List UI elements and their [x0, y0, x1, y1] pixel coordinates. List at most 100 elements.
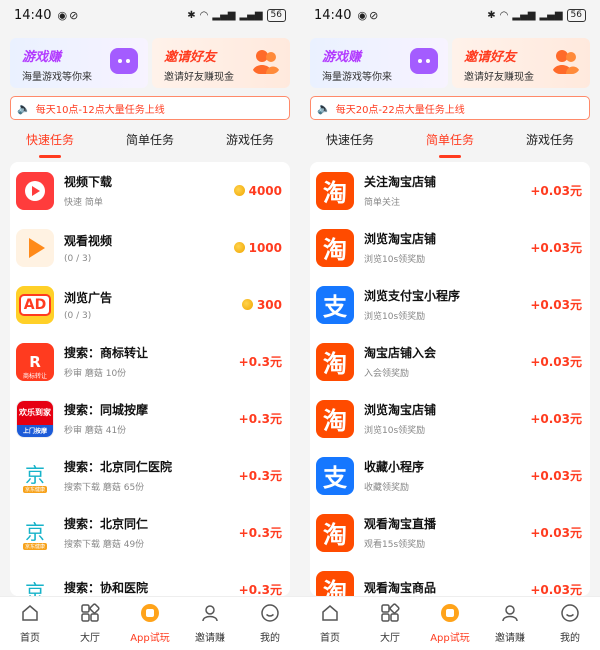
task-row[interactable]: 淘 观看淘宝商品 +0.03元 [310, 561, 590, 596]
task-title: 淘宝店铺入会 [364, 346, 437, 360]
task-text: 浏览支付宝小程序 浏览10s领奖励 [364, 287, 530, 322]
invite-friends-banner[interactable]: 邀请好友 邀请好友赚现金 [452, 38, 590, 88]
task-reward: +0.3元 [239, 467, 282, 484]
task-subtitle: 搜索下载 蘑菇 65份 [64, 483, 145, 493]
nav-item-grid[interactable]: 大厅 [364, 603, 416, 644]
task-row[interactable]: 京京东健康 搜索：北京同仁医院 搜索下载 蘑菇 65份 +0.3元 [10, 447, 290, 504]
people-icon [252, 50, 280, 74]
trademark-app-icon: R 商标转让 [16, 342, 54, 381]
task-reward: +0.3元 [239, 524, 282, 541]
task-title: 观看淘宝商品 [364, 580, 437, 595]
nav-item-person[interactable]: 邀请赚 [484, 603, 536, 644]
task-text: 搜索：同城按摩 秒审 蘑菇 41份 [64, 401, 239, 436]
task-text: 搜索：北京同仁 搜索下载 蘑菇 49份 [64, 515, 239, 550]
tab-simple-tasks[interactable]: 简单任务 [126, 131, 174, 154]
bluetooth-icon: ✱ [187, 9, 196, 21]
nav-item-app-trial[interactable]: App试玩 [124, 603, 176, 644]
game-earn-banner[interactable]: 游戏赚 海量游戏等你来 [10, 38, 148, 88]
task-title: 浏览淘宝店铺 [364, 403, 437, 417]
task-row[interactable]: 淘 观看淘宝直播 观看15s领奖励 +0.03元 [310, 504, 590, 561]
task-title: 搜索：北京同仁 [64, 517, 149, 531]
task-title: 搜索：同城按摩 [64, 403, 149, 417]
nav-label: 我的 [260, 633, 280, 644]
task-tabs: 快速任务 简单任务 游戏任务 [0, 124, 300, 160]
reward-value: +0.03元 [530, 355, 582, 369]
task-reward: +0.03元 [530, 581, 582, 596]
notification-icons: ◉⊘ [357, 8, 381, 22]
gamepad-icon [410, 48, 438, 74]
task-subtitle: 浏览10s领奖励 [364, 312, 426, 322]
tab-game-tasks[interactable]: 游戏任务 [526, 131, 574, 154]
task-subtitle: 秒审 蘑菇 41份 [64, 426, 127, 436]
signal-icon: ▂▄▆ [212, 9, 236, 21]
task-row[interactable]: 淘 浏览淘宝店铺 浏览10s领奖励 +0.03元 [310, 390, 590, 447]
nav-item-grid[interactable]: 大厅 [64, 603, 116, 644]
jd-health-icon: 京京东健康 [16, 456, 54, 495]
task-reward: +0.03元 [530, 524, 582, 541]
task-row[interactable]: 支 收藏小程序 收藏领奖励 +0.03元 [310, 447, 590, 504]
gamepad-icon [110, 48, 138, 74]
nav-label: 大厅 [80, 633, 100, 644]
task-text: 观看淘宝商品 [364, 579, 530, 597]
task-title: 浏览淘宝店铺 [364, 232, 437, 246]
game-earn-banner[interactable]: 游戏赚 海量游戏等你来 [310, 38, 448, 88]
nav-label: 首页 [320, 633, 340, 644]
coin-icon [233, 185, 245, 196]
tab-game-tasks[interactable]: 游戏任务 [226, 131, 274, 154]
nav-item-home[interactable]: 首页 [4, 603, 56, 644]
nav-item-face[interactable]: 我的 [544, 603, 596, 644]
task-text: 搜索：协和医院 [64, 579, 239, 597]
task-subtitle: 快速 简单 [64, 198, 103, 208]
task-row[interactable]: 淘 浏览淘宝店铺 浏览10s领奖励 +0.03元 [310, 219, 590, 276]
bottom-nav: 首页 大厅 App试玩 邀请赚 我的 [300, 596, 600, 650]
task-subtitle: 观看15s领奖励 [364, 540, 426, 550]
task-row[interactable]: 观看视频 (0 / 3) 1000 [10, 219, 290, 276]
task-list: 淘 关注淘宝店铺 简单关注 +0.03元 淘 浏览淘宝店铺 浏览10s领奖励 +… [310, 162, 590, 596]
task-reward: +0.03元 [530, 239, 582, 256]
reward-value: +0.03元 [530, 184, 582, 198]
video-play-icon [16, 171, 54, 210]
task-row[interactable]: 京京东健康 搜索：北京同仁 搜索下载 蘑菇 49份 +0.3元 [10, 504, 290, 561]
invite-friends-banner[interactable]: 邀请好友 邀请好友赚现金 [152, 38, 290, 88]
reward-value: 4000 [248, 183, 282, 198]
task-row[interactable]: 欢乐到家 上门按摩 搜索：同城按摩 秒审 蘑菇 41份 +0.3元 [10, 390, 290, 447]
tab-quick-tasks[interactable]: 快速任务 [26, 131, 74, 154]
nav-label: App试玩 [130, 633, 170, 644]
task-text: 淘宝店铺入会 入会领奖励 [364, 344, 530, 379]
nav-item-person[interactable]: 邀请赚 [184, 603, 236, 644]
task-reward: 4000 [233, 183, 282, 198]
nav-item-home[interactable]: 首页 [304, 603, 356, 644]
task-row[interactable]: R 商标转让 搜索：商标转让 秒审 蘑菇 10份 +0.3元 [10, 333, 290, 390]
task-title: 视频下载 [64, 175, 113, 189]
nav-item-face[interactable]: 我的 [244, 603, 296, 644]
task-row[interactable]: 视频下载 快速 简单 4000 [10, 162, 290, 219]
bluetooth-icon: ✱ [487, 9, 496, 21]
watch-video-icon [16, 228, 54, 267]
app-trial-icon [440, 603, 460, 629]
nav-label: 邀请赚 [495, 633, 525, 644]
taobao-icon: 淘 [316, 171, 354, 210]
task-reward: +0.3元 [239, 353, 282, 370]
tab-simple-tasks[interactable]: 简单任务 [426, 131, 474, 154]
ad-icon: AD [16, 285, 54, 324]
task-text: 收藏小程序 收藏领奖励 [364, 458, 530, 493]
task-row[interactable]: 支 浏览支付宝小程序 浏览10s领奖励 +0.03元 [310, 276, 590, 333]
nav-label: 邀请赚 [195, 633, 225, 644]
task-row[interactable]: AD 浏览广告 (0 / 3) 300 [10, 276, 290, 333]
coin-icon [233, 242, 245, 253]
task-row[interactable]: 淘 淘宝店铺入会 入会领奖励 +0.03元 [310, 333, 590, 390]
task-reward: +0.03元 [530, 353, 582, 370]
notice-text: 每天20点-22点大量任务上线 [335, 104, 465, 116]
task-row[interactable]: 京 搜索：协和医院 +0.3元 [10, 561, 290, 596]
task-title: 搜索：北京同仁医院 [64, 460, 173, 474]
task-subtitle: 简单关注 [364, 198, 401, 208]
task-row[interactable]: 淘 关注淘宝店铺 简单关注 +0.03元 [310, 162, 590, 219]
task-title: 收藏小程序 [364, 460, 425, 474]
task-text: 观看视频 (0 / 3) [64, 232, 234, 264]
task-text: 搜索：商标转让 秒审 蘑菇 10份 [64, 344, 239, 379]
tab-quick-tasks[interactable]: 快速任务 [326, 131, 374, 154]
reward-value: +0.03元 [530, 412, 582, 426]
nav-item-app-trial[interactable]: App试玩 [424, 603, 476, 644]
jd-health-icon: 京京东健康 [16, 513, 54, 552]
taobao-icon: 淘 [316, 570, 354, 596]
